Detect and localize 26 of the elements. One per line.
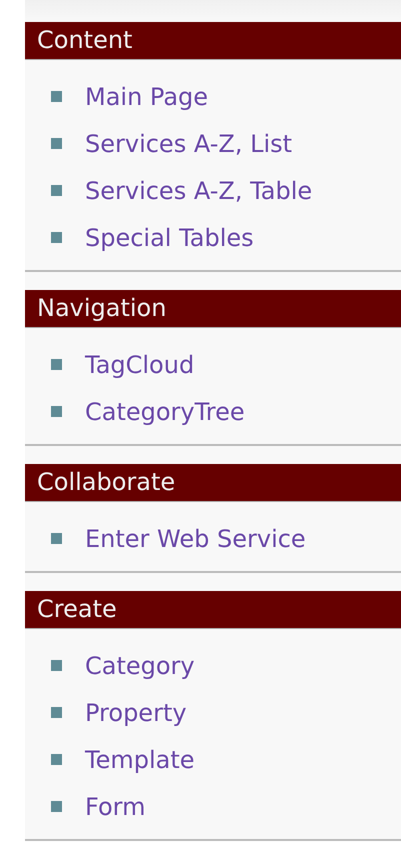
bullet-icon xyxy=(51,533,62,544)
nav-link[interactable]: TagCloud xyxy=(85,350,194,378)
nav-link[interactable]: Property xyxy=(85,698,187,726)
bullet-icon xyxy=(51,660,62,671)
bullet-icon xyxy=(51,138,62,149)
bullet-icon xyxy=(51,707,62,718)
nav-link[interactable]: Form xyxy=(85,792,146,820)
section-header: Create xyxy=(25,591,401,629)
bullet-icon xyxy=(51,754,62,765)
bullet-icon xyxy=(51,801,62,812)
bullet-icon xyxy=(51,185,62,196)
nav-link[interactable]: Services A-Z, List xyxy=(85,130,292,158)
section-header: Content xyxy=(25,22,401,60)
nav-link[interactable]: Services A-Z, Table xyxy=(85,176,312,204)
bullet-icon xyxy=(51,359,62,370)
nav-link[interactable]: Enter Web Service xyxy=(85,524,306,552)
nav-link[interactable]: CategoryTree xyxy=(85,398,245,426)
nav-link[interactable]: Template xyxy=(85,746,195,774)
nav-link[interactable]: Category xyxy=(85,652,195,680)
bullet-icon xyxy=(51,91,62,102)
nav-link[interactable]: Main Page xyxy=(85,82,208,110)
section-header: Navigation xyxy=(25,290,401,328)
bullet-icon xyxy=(51,406,62,417)
section-header: Collaborate xyxy=(25,464,401,502)
bullet-icon xyxy=(51,232,62,243)
nav-link[interactable]: Special Tables xyxy=(85,224,254,252)
